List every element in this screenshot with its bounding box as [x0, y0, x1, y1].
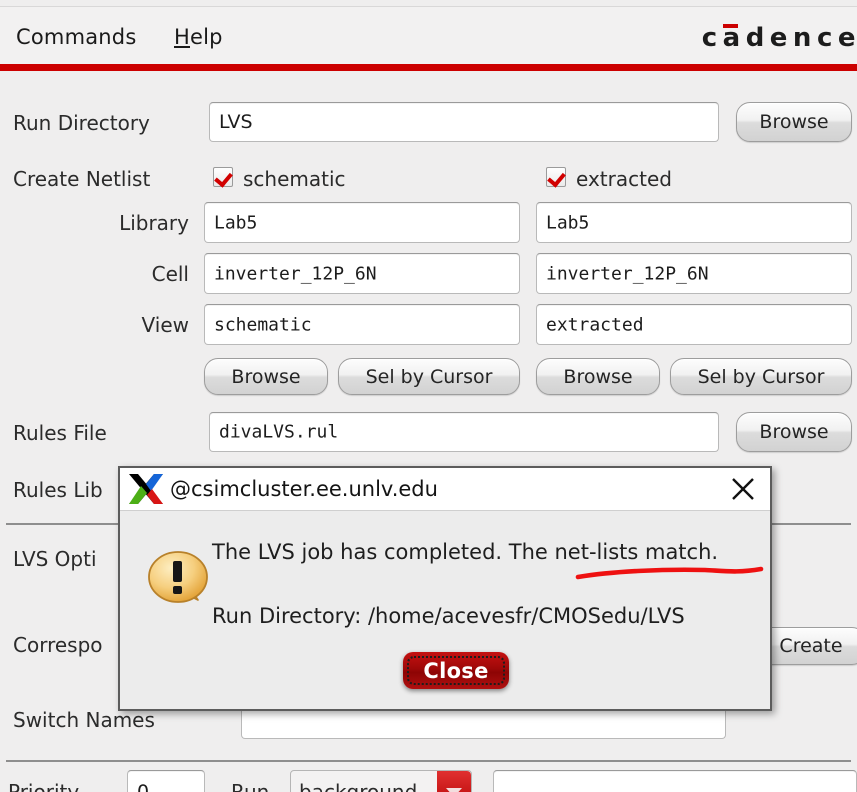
rules-library-label: Rules Lib	[13, 478, 103, 502]
cell-label: Cell	[151, 262, 189, 286]
priority-value: 0	[137, 781, 150, 792]
menu-item-commands[interactable]: Commands	[16, 25, 136, 49]
extracted-checkbox-label: extracted	[576, 167, 672, 191]
rules-file-browse-button[interactable]: Browse	[736, 412, 852, 452]
menu-item-help[interactable]: Help	[174, 25, 223, 49]
library-extracted-value: Lab5	[546, 212, 590, 233]
diva-lvs-window: Commands Help cadence Run Directory LVS …	[0, 0, 857, 792]
library-extracted-input[interactable]: Lab5	[536, 202, 852, 243]
x11-logo-icon	[127, 472, 165, 506]
schematic-checkbox[interactable]	[213, 167, 233, 187]
menu-bar: Commands Help cadence	[0, 6, 857, 65]
lvs-options-label: LVS Opti	[13, 547, 97, 571]
menu-help-rest: elp	[190, 25, 223, 49]
dialog-close-button[interactable]: Close	[403, 652, 509, 689]
run-extra-input[interactable]	[493, 770, 857, 792]
view-extracted-value: extracted	[546, 314, 644, 335]
dialog-message-line-2: Run Directory: /home/acevesfr/CMOSedu/LV…	[212, 604, 685, 628]
run-directory-label: Run Directory	[13, 111, 150, 135]
cell-extracted-input[interactable]: inverter_12P_6N	[536, 253, 852, 294]
view-schematic-value: schematic	[214, 314, 312, 335]
view-extracted-input[interactable]: extracted	[536, 304, 852, 345]
extracted-sel-by-cursor-button[interactable]: Sel by Cursor	[670, 358, 852, 395]
cell-schematic-value: inverter_12P_6N	[214, 263, 377, 284]
schematic-browse-button[interactable]: Browse	[204, 358, 328, 395]
schematic-sel-by-cursor-button[interactable]: Sel by Cursor	[338, 358, 520, 395]
run-directory-value: LVS	[219, 111, 253, 133]
rules-file-value: divaLVS.rul	[219, 421, 339, 443]
view-schematic-input[interactable]: schematic	[204, 304, 520, 345]
switch-names-label: Switch Names	[13, 708, 155, 732]
dialog-title: @csimcluster.ee.unlv.edu	[170, 477, 438, 501]
run-directory-browse-button[interactable]: Browse	[736, 102, 852, 142]
rules-file-label: Rules File	[13, 421, 107, 445]
library-schematic-value: Lab5	[214, 212, 258, 233]
section-divider-2	[6, 760, 851, 762]
extracted-checkbox[interactable]	[546, 167, 566, 187]
correspondence-label: Correspo	[13, 633, 103, 657]
chevron-down-icon[interactable]	[437, 771, 471, 792]
run-mode-dropdown[interactable]: background	[290, 770, 472, 792]
priority-label: Priority	[8, 780, 80, 792]
cell-extracted-value: inverter_12P_6N	[546, 263, 709, 284]
brand-red-rule	[0, 64, 857, 71]
view-label: View	[141, 313, 189, 337]
rules-file-input[interactable]: divaLVS.rul	[209, 412, 719, 452]
run-directory-input[interactable]: LVS	[209, 102, 719, 142]
close-button-label: Close	[423, 658, 489, 683]
library-label: Library	[119, 211, 189, 235]
priority-input[interactable]: 0	[127, 770, 205, 792]
cadence-logo: cadence	[702, 23, 857, 53]
schematic-checkbox-label: schematic	[243, 167, 346, 191]
cell-schematic-input[interactable]: inverter_12P_6N	[204, 253, 520, 294]
warning-speech-bubble-icon	[146, 546, 214, 618]
dialog-title-bar: @csimcluster.ee.unlv.edu	[120, 468, 770, 511]
run-label: Run	[231, 780, 270, 792]
run-mode-value: background	[299, 780, 418, 792]
menu-help-mnemonic: H	[174, 25, 190, 49]
lvs-completion-dialog: @csimcluster.ee.unlv.edu The LVS job has…	[118, 466, 772, 711]
close-icon[interactable]	[726, 472, 760, 506]
create-netlist-label: Create Netlist	[13, 167, 151, 191]
extracted-browse-button[interactable]: Browse	[536, 358, 660, 395]
cadence-logo-macron	[722, 24, 738, 28]
dialog-message-line-1: The LVS job has completed. The net-lists…	[212, 540, 719, 564]
library-schematic-input[interactable]: Lab5	[204, 202, 520, 243]
